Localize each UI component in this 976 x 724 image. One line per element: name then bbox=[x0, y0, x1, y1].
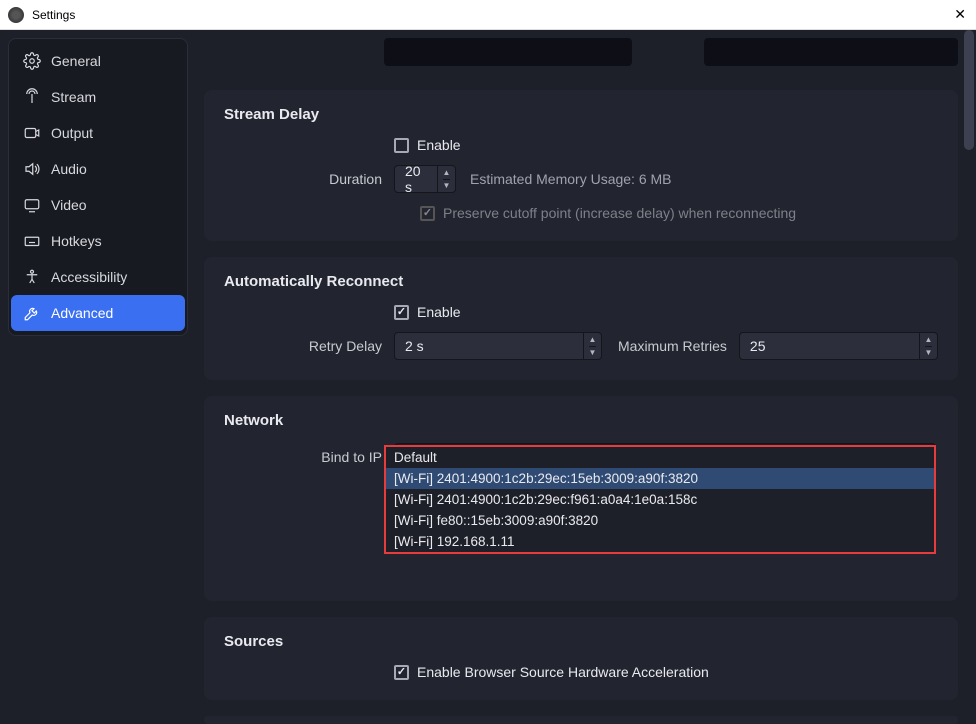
checkbox-browser-hw-accel[interactable] bbox=[394, 665, 409, 680]
spinner[interactable]: ▲▼ bbox=[919, 333, 937, 359]
sidebar-item-label: Video bbox=[51, 197, 87, 213]
spinner[interactable]: ▲▼ bbox=[437, 166, 455, 192]
title-bar: Settings ✕ bbox=[0, 0, 976, 30]
checkbox-stream-delay-enable[interactable] bbox=[394, 138, 409, 153]
panel-heading: Automatically Reconnect bbox=[224, 273, 938, 290]
dropdown-option[interactable]: [Wi-Fi] 2401:4900:1c2b:29ec:15eb:3009:a9… bbox=[386, 468, 934, 489]
chevron-up-icon[interactable]: ▲ bbox=[589, 333, 597, 347]
panel-heading: Stream Delay bbox=[224, 106, 938, 123]
checkbox-label: Enable Browser Source Hardware Accelerat… bbox=[417, 664, 709, 680]
sidebar-item-general[interactable]: General bbox=[11, 43, 185, 79]
input-value: 20 s bbox=[395, 163, 437, 195]
sidebar-item-hotkeys[interactable]: Hotkeys bbox=[11, 223, 185, 259]
label-duration: Duration bbox=[224, 171, 394, 187]
obs-logo-icon bbox=[8, 7, 24, 23]
dropdown-option[interactable]: [Wi-Fi] 192.168.1.11 bbox=[386, 531, 934, 552]
panel-stream-delay: Stream Delay Enable Duration 20 s ▲▼ Est… bbox=[204, 90, 958, 241]
input-retry-delay[interactable]: 2 s ▲▼ bbox=[394, 332, 602, 360]
chevron-down-icon[interactable]: ▼ bbox=[589, 347, 597, 360]
dropdown-option[interactable]: [Wi-Fi] fe80::15eb:3009:a90f:3820 bbox=[386, 510, 934, 531]
sidebar-item-label: Advanced bbox=[51, 305, 113, 321]
checkbox-label: Enable bbox=[417, 137, 461, 153]
label-max-retries: Maximum Retries bbox=[618, 338, 727, 354]
panel-heading: Sources bbox=[224, 633, 938, 650]
accessibility-icon bbox=[23, 268, 41, 286]
sidebar-item-label: Output bbox=[51, 125, 93, 141]
input-max-retries[interactable]: 25 ▲▼ bbox=[739, 332, 938, 360]
content-area: Stream Delay Enable Duration 20 s ▲▼ Est… bbox=[196, 30, 976, 724]
dropdown-option[interactable]: Default bbox=[386, 447, 934, 468]
sidebar-item-video[interactable]: Video bbox=[11, 187, 185, 223]
tools-icon bbox=[23, 304, 41, 322]
sidebar-item-accessibility[interactable]: Accessibility bbox=[11, 259, 185, 295]
chevron-down-icon[interactable]: ▼ bbox=[925, 347, 933, 360]
app-body: General Stream Output Audio Video Hotkey… bbox=[0, 30, 976, 724]
chevron-down-icon[interactable]: ▼ bbox=[443, 180, 451, 193]
sidebar-item-audio[interactable]: Audio bbox=[11, 151, 185, 187]
sidebar-item-label: Audio bbox=[51, 161, 87, 177]
sidebar-item-label: Hotkeys bbox=[51, 233, 102, 249]
sidebar: General Stream Output Audio Video Hotkey… bbox=[8, 38, 188, 336]
sidebar-item-stream[interactable]: Stream bbox=[11, 79, 185, 115]
close-icon[interactable]: ✕ bbox=[954, 6, 966, 23]
sidebar-item-label: Accessibility bbox=[51, 269, 127, 285]
panel-auto-reconnect: Automatically Reconnect Enable Retry Del… bbox=[204, 257, 958, 380]
speaker-icon bbox=[23, 160, 41, 178]
sidebar-item-advanced[interactable]: Advanced bbox=[11, 295, 185, 331]
checkbox-label: Enable bbox=[417, 304, 461, 320]
panel-heading: Network bbox=[224, 412, 938, 429]
checkbox-preserve-cutoff bbox=[420, 206, 435, 221]
gear-icon bbox=[23, 52, 41, 70]
input-value: 25 bbox=[740, 338, 919, 354]
label-retry-delay: Retry Delay bbox=[224, 338, 394, 354]
sidebar-item-output[interactable]: Output bbox=[11, 115, 185, 151]
input-value: 2 s bbox=[395, 338, 583, 354]
monitor-icon bbox=[23, 196, 41, 214]
sidebar-item-label: Stream bbox=[51, 89, 96, 105]
chevron-up-icon[interactable]: ▲ bbox=[925, 333, 933, 347]
dropdown-option[interactable]: [Wi-Fi] 2401:4900:1c2b:29ec:f961:a0a4:1e… bbox=[386, 489, 934, 510]
panel-sources: Sources Enable Browser Source Hardware A… bbox=[204, 617, 958, 700]
chevron-up-icon[interactable]: ▲ bbox=[443, 166, 451, 180]
scrollbar-thumb[interactable] bbox=[964, 30, 974, 150]
antenna-icon bbox=[23, 88, 41, 106]
memory-usage-hint: Estimated Memory Usage: 6 MB bbox=[470, 171, 672, 187]
spinner[interactable]: ▲▼ bbox=[583, 333, 601, 359]
keyboard-icon bbox=[23, 232, 41, 250]
window-title: Settings bbox=[32, 8, 75, 22]
checkbox-label: Preserve cutoff point (increase delay) w… bbox=[443, 205, 796, 221]
panel-clipped-bottom bbox=[204, 716, 958, 724]
clipped-field-left[interactable] bbox=[384, 38, 632, 66]
label-bind-ip: Bind to IP bbox=[224, 449, 394, 465]
sidebar-item-label: General bbox=[51, 53, 101, 69]
input-duration[interactable]: 20 s ▲▼ bbox=[394, 165, 456, 193]
checkbox-auto-reconnect-enable[interactable] bbox=[394, 305, 409, 320]
partial-clipped-row bbox=[204, 30, 958, 66]
output-icon bbox=[23, 124, 41, 142]
clipped-field-right[interactable] bbox=[704, 38, 958, 66]
dropdown-bind-ip-list: Default [Wi-Fi] 2401:4900:1c2b:29ec:15eb… bbox=[384, 445, 936, 554]
